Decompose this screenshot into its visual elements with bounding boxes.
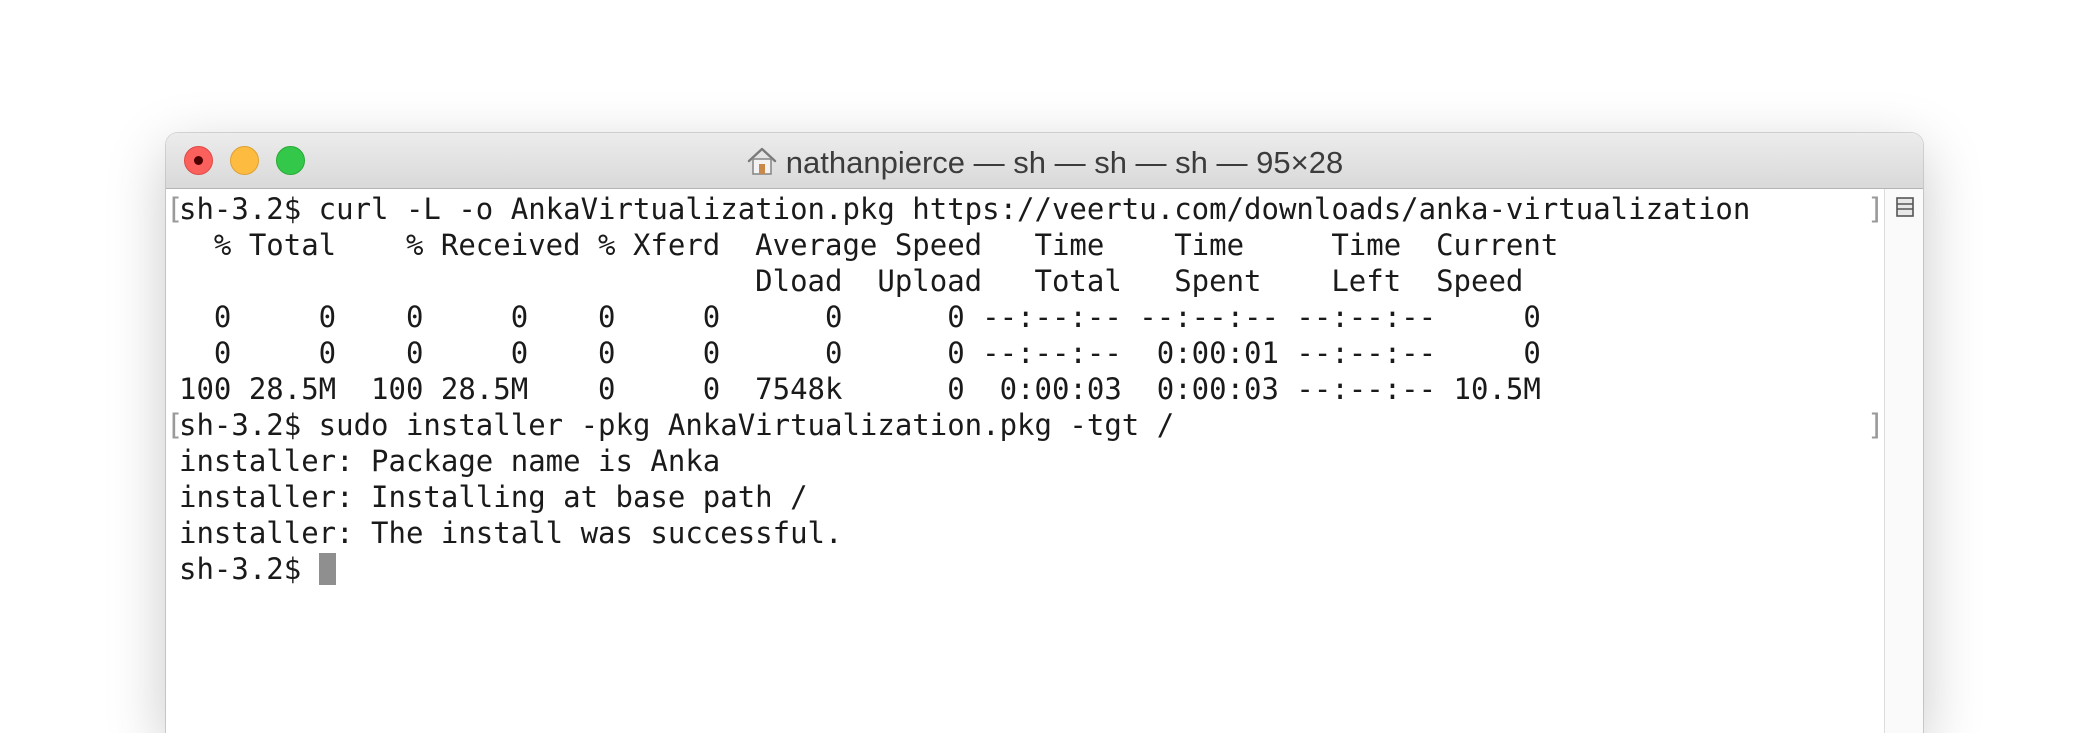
terminal-line: 0 0 0 0 0 0 0 0 --:--:-- 0:00:01 --:--:-…: [179, 336, 1541, 370]
command-mark-right: ]: [1867, 192, 1885, 226]
home-icon: [746, 146, 778, 184]
window-title-container: nathanpierce — sh — sh — sh — 95×28: [166, 145, 1923, 184]
terminal-line: sh-3.2$ sudo installer -pkg AnkaVirtuali…: [179, 408, 1175, 442]
terminal-content[interactable]: [ ] sh-3.2$ curl -L -o AnkaVirtualizatio…: [166, 189, 1885, 733]
terminal-window: nathanpierce — sh — sh — sh — 95×28 [ ] …: [166, 133, 1923, 733]
terminal-line: sh-3.2$ curl -L -o AnkaVirtualization.pk…: [179, 192, 1751, 226]
scrollbar[interactable]: [1884, 189, 1923, 733]
terminal-line: installer: Installing at base path /: [179, 480, 808, 514]
command-mark-right: ]: [1867, 408, 1885, 442]
prompt-text: sh-3.2$: [179, 552, 319, 586]
split-pane-icon[interactable]: [1896, 197, 1914, 222]
terminal-line: installer: Package name is Anka: [179, 444, 721, 478]
terminal-line: Dload Upload Total Spent Left Speed: [179, 264, 1524, 298]
terminal-line: 0 0 0 0 0 0 0 0 --:--:-- --:--:-- --:--:…: [179, 300, 1541, 334]
text-cursor: [318, 553, 336, 585]
terminal-line: 100 28.5M 100 28.5M 0 0 7548k 0 0:00:03 …: [179, 372, 1541, 406]
prompt-line[interactable]: sh-3.2$: [179, 551, 336, 587]
terminal-line: installer: The install was successful.: [179, 516, 843, 550]
title-bar[interactable]: nathanpierce — sh — sh — sh — 95×28: [166, 133, 1923, 189]
window-title: nathanpierce — sh — sh — sh — 95×28: [785, 145, 1344, 180]
terminal-line: % Total % Received % Xferd Average Speed…: [179, 228, 1559, 262]
